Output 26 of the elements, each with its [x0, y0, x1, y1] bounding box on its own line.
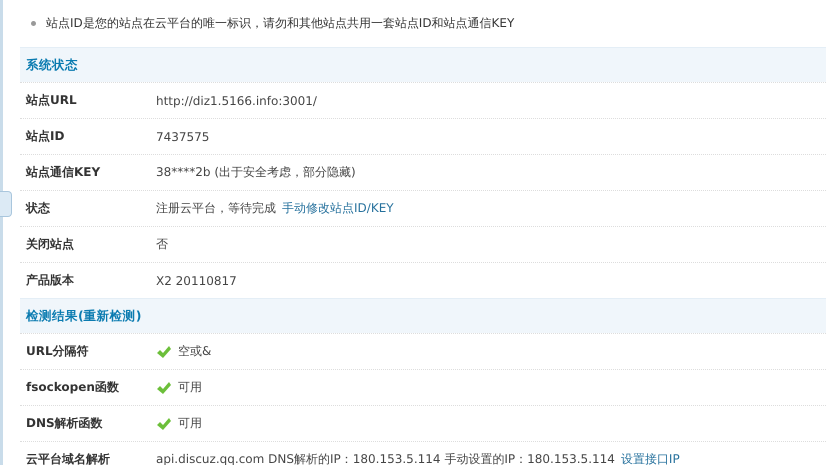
row-value: 空或&: [178, 343, 212, 360]
row-label: DNS解析函数: [25, 415, 104, 432]
row-link[interactable]: 设置接口IP: [620, 451, 680, 465]
row-label: URL分隔符: [25, 343, 90, 360]
row-label: 站点通信KEY: [24, 164, 102, 181]
notice-text: 站点ID是您的站点在云平台的唯一标识，请勿和其他站点共用一套站点ID和站点通信KEY: [46, 15, 514, 32]
row-label: 产品版本: [25, 272, 75, 289]
row-label: 关闭站点: [24, 236, 75, 253]
row-value: http://diz1.5166.info:3001/: [156, 94, 317, 108]
row-label: 站点URL: [24, 92, 78, 109]
row-label: fsockopen函数: [25, 379, 120, 396]
row-value: 7437575: [156, 130, 210, 144]
row-value: 可用: [178, 415, 202, 432]
row-value: X2 20110817: [156, 274, 237, 288]
row-link[interactable]: 手动修改站点ID/KEY: [282, 200, 394, 217]
row-value: 注册云平台，等待完成: [156, 200, 276, 217]
side-tab[interactable]: [0, 191, 12, 217]
row-value: 可用: [178, 379, 202, 396]
bullet-icon: [31, 21, 36, 26]
row-label: 状态: [24, 200, 51, 217]
row-value: 38****2b (出于安全考虑，部分隐藏): [156, 164, 356, 181]
row-label: 云平台域名解析: [25, 451, 111, 465]
section-title: 检测结果(重新检测): [26, 308, 142, 324]
row-label: 站点ID: [24, 128, 66, 145]
section-title: 系统状态: [26, 56, 78, 74]
row-value: 否: [156, 236, 168, 253]
